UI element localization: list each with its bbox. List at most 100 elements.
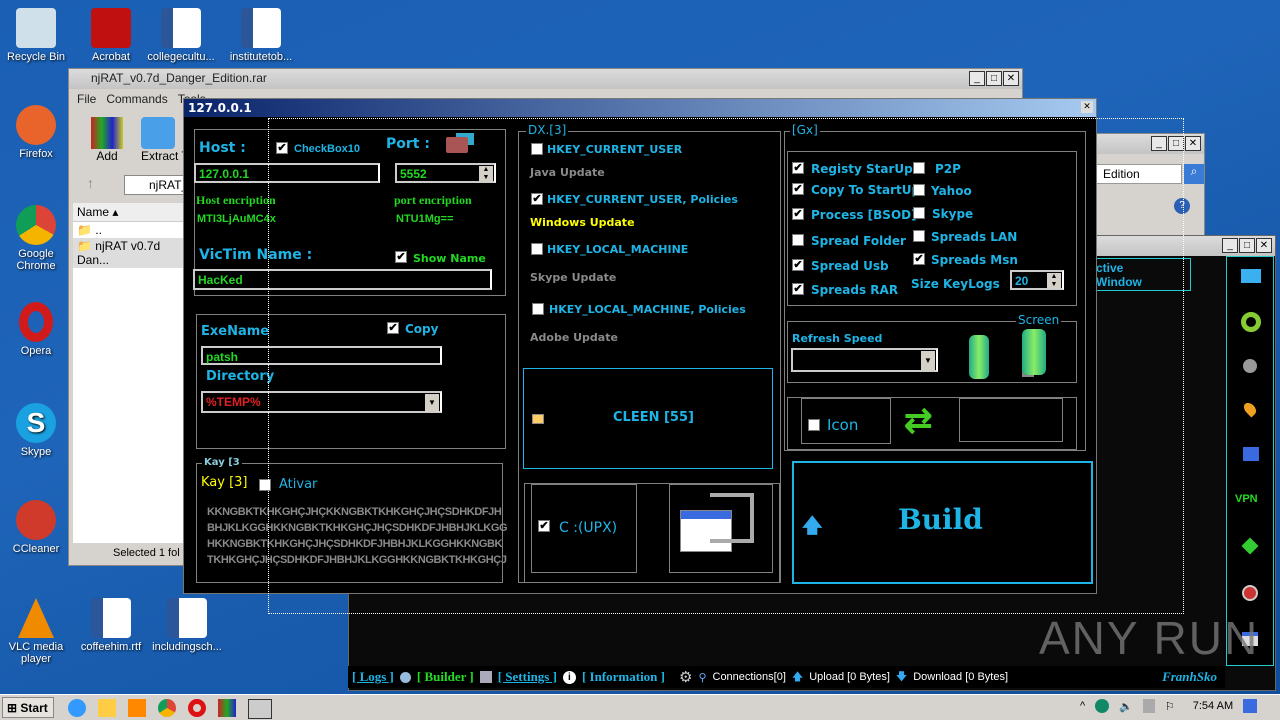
dialog-title-bar[interactable]: 127.0.0.1 ✕ [184,99,1096,117]
desktop-icon-word-doc[interactable]: institutetob... [226,8,296,63]
help-icon[interactable]: ? [1174,198,1190,214]
gx-right-checkbox[interactable] [913,207,925,219]
desktop-icon-word-doc[interactable]: includingsch... [152,598,222,653]
copy-checkbox[interactable]: ✔ [387,322,399,334]
exe-name-input[interactable]: patsh [201,346,442,365]
desktop-icon-chrome[interactable]: Google Chrome [1,205,71,272]
desktop-icon-skype[interactable]: S Skype [1,403,71,458]
gx-right-checkbox[interactable]: ✔ [913,253,925,265]
port-spinner[interactable]: ▲ ▼ [479,166,493,182]
gx-left-checkbox[interactable]: ✔ [792,208,804,220]
gx-right-checkbox[interactable] [913,162,925,174]
upx-checkbox[interactable]: ✔ [538,520,550,532]
tab-information[interactable]: [ Information ] [582,669,665,685]
close-button[interactable]: ✕ [1081,101,1093,113]
file-list[interactable]: Name ▴ 📁 .. 📁 njRAT v0.7d Dan... [73,203,185,543]
chat-icon[interactable] [1243,447,1259,461]
port-input[interactable]: 5552 ▲ ▼ [395,163,496,183]
minimize-button[interactable]: _ [1222,238,1238,253]
checkbox10[interactable]: ✔ [276,142,288,154]
chevron-down-icon[interactable]: ▼ [921,351,935,371]
njrat-taskbar-icon[interactable] [248,699,272,719]
host-input[interactable]: 127.0.0.1 [194,163,380,183]
clock[interactable]: 7:54 AM [1193,700,1233,712]
power-warning-icon[interactable] [1142,699,1155,713]
minimize-button[interactable]: _ [1151,136,1167,151]
dx-checkbox-hklm[interactable] [531,243,543,255]
desktop-icon-rtf[interactable]: coffeehim.rtf [76,598,146,653]
menu-commands[interactable]: Commands [106,92,167,106]
dx-checkbox-hkcu-policies[interactable]: ✔ [531,193,543,205]
add-button[interactable]: Add [91,117,123,163]
ativar-checkbox[interactable] [259,479,271,491]
location-icon[interactable] [1241,400,1259,418]
list-item[interactable]: 📁 njRAT v0.7d Dan... [73,238,185,268]
refresh-speed-dropdown[interactable]: ▼ [791,348,938,372]
build-button[interactable]: 🡅 Build [792,461,1093,584]
winrar-icon[interactable] [218,699,236,717]
network-globe-icon[interactable] [1095,699,1110,713]
desktop-icon-word-doc[interactable]: collegecultu... [146,8,216,63]
dx-checkbox-hklm-policies[interactable] [532,303,544,315]
desktop-icon-firefox[interactable]: Firefox [1,105,71,160]
directory-dropdown[interactable]: %TEMP% ▼ [201,391,442,413]
desktop-icon-acrobat[interactable]: Acrobat [76,8,146,63]
show-hidden-icons[interactable]: ^ [1080,700,1085,712]
opera-icon[interactable] [188,699,206,717]
cleen-button[interactable]: CLEEN [55] [523,368,773,469]
victim-name-input[interactable]: HacKed [193,269,492,290]
tab-builder[interactable]: [ Builder ] [417,669,474,685]
search-icon[interactable]: ⌕ [1184,164,1204,184]
tab-logs[interactable]: [ Logs ] [352,669,394,685]
explorer-icon[interactable] [98,699,116,717]
vpn-label[interactable]: VPN [1235,493,1258,505]
gx-right-checkbox[interactable] [913,230,925,242]
chrome-icon[interactable] [158,699,176,717]
gx-left-checkbox[interactable]: ✔ [792,183,804,195]
flag-icon[interactable]: ⚐ [1165,700,1175,713]
menu-file[interactable]: File [77,92,96,106]
refresh-icon[interactable] [1241,312,1261,332]
minimize-button[interactable]: _ [969,71,985,86]
monitor-icon[interactable] [1241,269,1261,283]
show-name-checkbox[interactable]: ✔ [395,251,407,263]
close-button[interactable]: ✕ [1003,71,1019,86]
show-desktop-icon[interactable] [1243,699,1258,713]
tab-settings[interactable]: [ Settings ] [498,669,557,685]
explorer-window[interactable]: _ □ ✕ Edition ⌕ ? [1095,133,1205,238]
gx-left-checkbox[interactable]: ✔ [792,283,804,295]
winrar-title-bar[interactable]: njRAT_v0.7d_Danger_Edition.rar _ □ ✕ [69,69,1022,89]
close-button[interactable]: ✕ [1256,238,1272,253]
gx-left-checkbox[interactable]: ✔ [792,259,804,271]
chevron-down-icon[interactable]: ▼ [425,394,439,412]
maximize-button[interactable]: □ [1168,136,1184,151]
desktop-icon-opera[interactable]: Opera [1,302,71,357]
icon-checkbox[interactable] [808,419,820,431]
ie-icon[interactable] [68,699,86,717]
column-name[interactable]: Name ▴ [73,203,185,222]
battery-plug-icon[interactable] [1022,329,1046,375]
gx-left-checkbox[interactable]: ✔ [792,162,804,174]
keylogs-spinner[interactable]: ▲ ▼ [1047,273,1061,289]
media-player-icon[interactable] [128,699,146,717]
close-button[interactable]: ✕ [1185,136,1201,151]
maximize-button[interactable]: □ [1239,238,1255,253]
up-arrow-icon[interactable]: ↑ [87,175,94,191]
gx-left-checkbox[interactable] [792,234,804,246]
gem-icon[interactable] [1241,537,1259,555]
desktop-icon-recycle-bin[interactable]: Recycle Bin [1,8,71,63]
desktop-icon-vlc[interactable]: VLC media player [1,598,71,665]
icon-preview[interactable] [959,398,1063,442]
maximize-button[interactable]: □ [986,71,1002,86]
list-item[interactable]: 📁 .. [73,222,185,238]
volume-icon[interactable]: 🔈 [1119,700,1133,713]
gx-right-checkbox[interactable] [913,184,925,196]
size-keylogs-input[interactable]: 20 ▲ ▼ [1010,270,1064,290]
webcam-icon[interactable] [1243,359,1257,373]
search-input[interactable]: Edition [1096,164,1182,184]
gear-icon[interactable]: ⚙ [679,668,692,686]
desktop-icon-ccleaner[interactable]: CCleaner [1,500,71,555]
builder-dialog[interactable]: 127.0.0.1 ✕ Host : ✔ CheckBox10 Port : 1… [183,98,1097,594]
compass-icon[interactable] [1242,585,1258,601]
compress-button[interactable] [669,484,773,573]
